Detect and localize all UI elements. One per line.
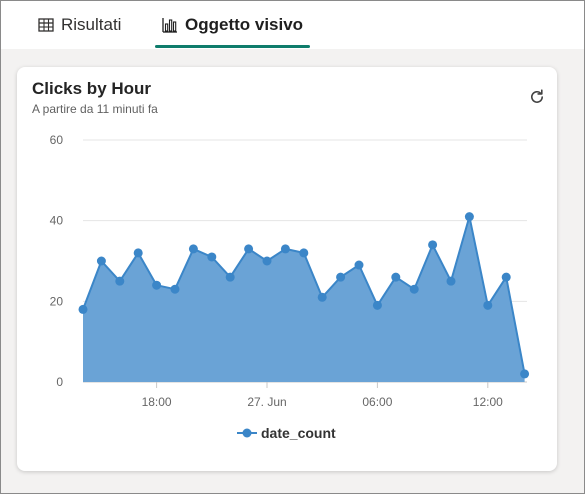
- data-point: [483, 300, 493, 310]
- data-point: [262, 256, 272, 266]
- data-point: [280, 244, 290, 254]
- y-tick-label: 20: [50, 294, 64, 308]
- data-point: [225, 272, 235, 282]
- data-point: [188, 244, 198, 254]
- data-point: [115, 276, 125, 286]
- data-point: [409, 284, 419, 294]
- x-tick-label: 18:00: [142, 395, 172, 409]
- y-tick-label: 40: [50, 214, 64, 228]
- data-point: [336, 272, 346, 282]
- series-area: [83, 216, 525, 382]
- area-chart: 0 20 40 60 18:00 27. Jun 06:00 12:00 date_count: [50, 133, 530, 441]
- tab-bar: Risultati Oggetto visivo: [1, 1, 584, 49]
- data-point: [354, 260, 364, 270]
- x-tick-label: 27. Jun: [247, 395, 286, 409]
- data-point: [372, 300, 382, 310]
- tab-visual[interactable]: Oggetto visivo: [161, 1, 303, 49]
- tab-results-label: Risultati: [61, 15, 122, 34]
- x-tick-label: 06:00: [362, 395, 392, 409]
- x-tick-label: 12:00: [473, 395, 503, 409]
- data-point: [501, 272, 511, 282]
- data-point: [244, 244, 254, 254]
- active-tab-indicator: [155, 45, 310, 48]
- app-frame: Risultati Oggetto visivo Clicks by Hour …: [0, 0, 585, 494]
- y-tick-label: 0: [56, 375, 63, 389]
- data-point: [207, 252, 217, 262]
- tab-visual-label: Oggetto visivo: [185, 15, 304, 34]
- legend-swatch-marker: [242, 428, 252, 438]
- data-point: [446, 276, 456, 286]
- y-tick-label: 60: [50, 133, 64, 147]
- data-point: [170, 284, 180, 294]
- data-point: [78, 304, 88, 314]
- legend-label: date_count: [261, 425, 336, 441]
- data-point: [133, 248, 143, 258]
- data-point: [391, 272, 401, 282]
- data-point: [96, 256, 106, 266]
- bar-chart-icon: [161, 16, 179, 34]
- data-point: [520, 369, 530, 379]
- data-point: [299, 248, 309, 258]
- data-point: [317, 292, 327, 302]
- table-icon: [37, 16, 55, 34]
- data-point: [152, 280, 162, 290]
- data-point: [464, 212, 474, 222]
- chart-card: Clicks by Hour A partire da 11 minuti fa…: [17, 67, 557, 471]
- tab-results[interactable]: Risultati: [37, 1, 121, 49]
- data-point: [428, 240, 438, 250]
